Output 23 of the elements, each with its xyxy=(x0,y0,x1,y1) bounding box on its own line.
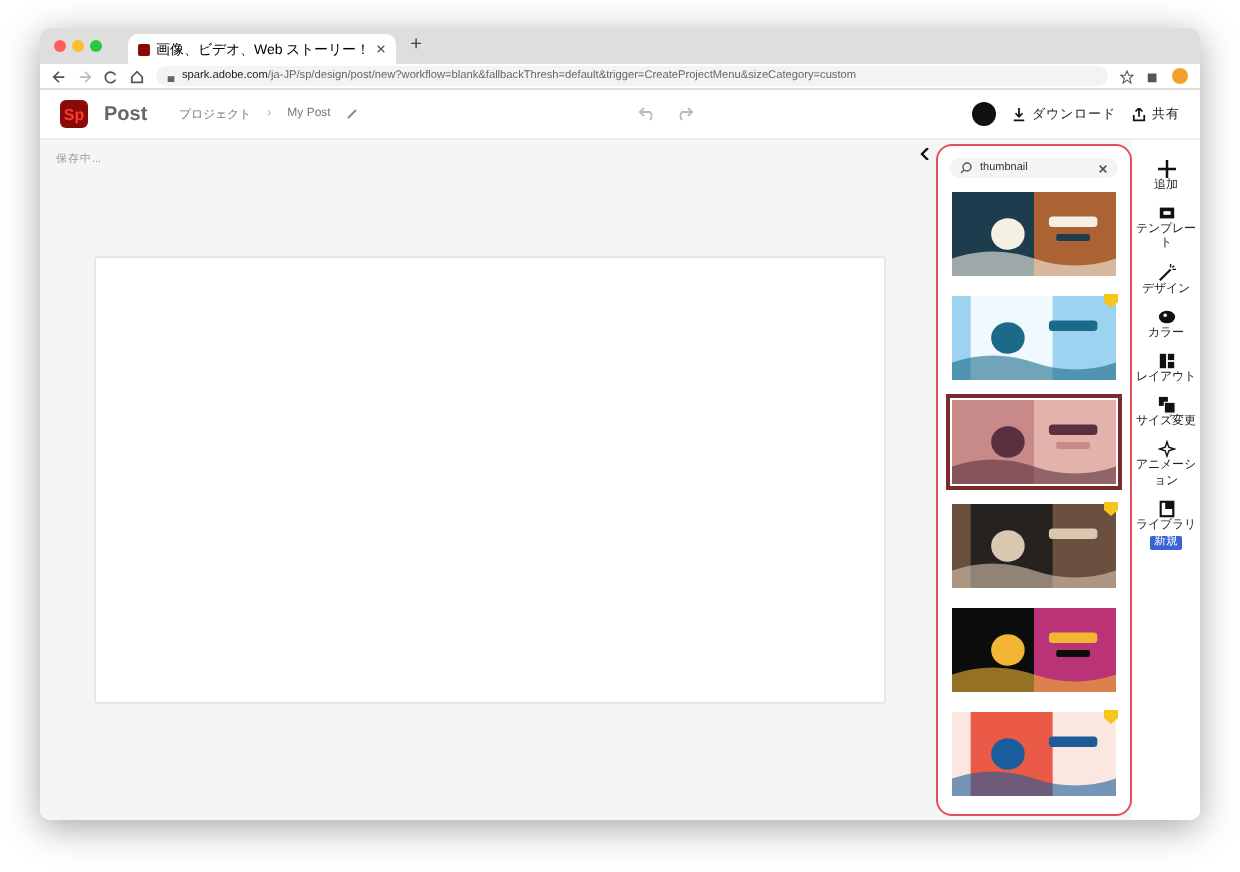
magic-wand-icon xyxy=(1157,263,1175,282)
chevron-left-icon xyxy=(919,148,929,160)
home-icon[interactable] xyxy=(130,69,144,83)
library-icon xyxy=(1157,499,1175,518)
star-icon[interactable] xyxy=(1120,69,1134,83)
download-icon xyxy=(1012,107,1026,121)
share-icon xyxy=(1132,107,1146,121)
plus-icon xyxy=(1157,160,1175,178)
app-name: Post xyxy=(104,103,148,125)
search-icon xyxy=(960,162,972,174)
close-icon[interactable] xyxy=(376,44,387,54)
favicon-icon xyxy=(138,43,150,55)
layout-icon xyxy=(1157,351,1175,370)
pencil-icon[interactable] xyxy=(346,108,359,120)
palette-icon xyxy=(1157,307,1175,326)
template-icon xyxy=(1157,204,1175,223)
resize-icon xyxy=(1157,396,1175,415)
clear-icon[interactable] xyxy=(1098,163,1108,173)
new-tab-button[interactable]: + xyxy=(404,34,428,58)
back-icon[interactable] xyxy=(52,69,66,83)
reload-icon[interactable] xyxy=(104,69,118,83)
sparkle-icon xyxy=(1157,440,1175,459)
account-icon[interactable] xyxy=(972,102,996,126)
